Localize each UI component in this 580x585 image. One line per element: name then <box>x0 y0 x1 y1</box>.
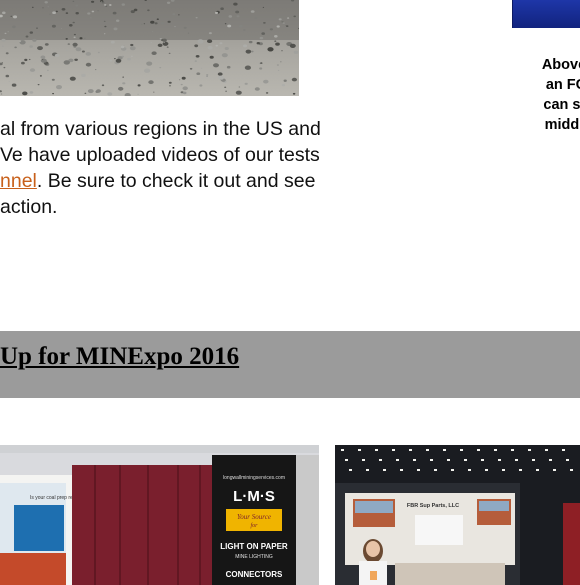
caption-line: middli <box>544 117 580 133</box>
sign-url: longwallminingservices.com <box>223 475 285 481</box>
caption-line: an FC <box>545 77 580 93</box>
paragraph-line: al from various regions in the US and <box>0 118 321 140</box>
sign-product: LIGHT ON PAPER <box>220 542 288 551</box>
channel-link[interactable]: nnel <box>0 170 37 192</box>
section-heading: Up for MINExpo 2016 <box>0 343 240 370</box>
paragraph-line: nnel. Be sure to check it out and see <box>0 168 450 194</box>
booth-photo-right: FBR Sup Parts, LLC <box>335 445 580 585</box>
paragraph-text: . Be sure to check it out and see <box>36 170 316 192</box>
caption-line: Above, <box>541 57 580 73</box>
sign-tagline: for <box>250 522 258 529</box>
video-thumbnail[interactable] <box>512 0 580 28</box>
sign-product: CONNECTORS <box>226 570 283 579</box>
body-paragraph: al from various regions in the US and Ve… <box>0 116 450 220</box>
caption-line: can se <box>543 97 580 113</box>
sign-brand: L·M·S <box>233 488 275 505</box>
booth-photo-left: Is your coal prep ready? longwallminings… <box>0 445 319 585</box>
gravel-photo <box>0 0 299 96</box>
sign-tagline: Your Source <box>237 513 271 521</box>
paragraph-line: action. <box>0 196 58 218</box>
paragraph-line: Ve have uploaded videos of our tests <box>0 144 320 166</box>
sign-product: MINE LIGHTING <box>235 554 273 560</box>
booth-banner: FBR Sup Parts, LLC <box>407 503 459 509</box>
photo-caption: Above, an FC can se middli <box>486 55 580 135</box>
